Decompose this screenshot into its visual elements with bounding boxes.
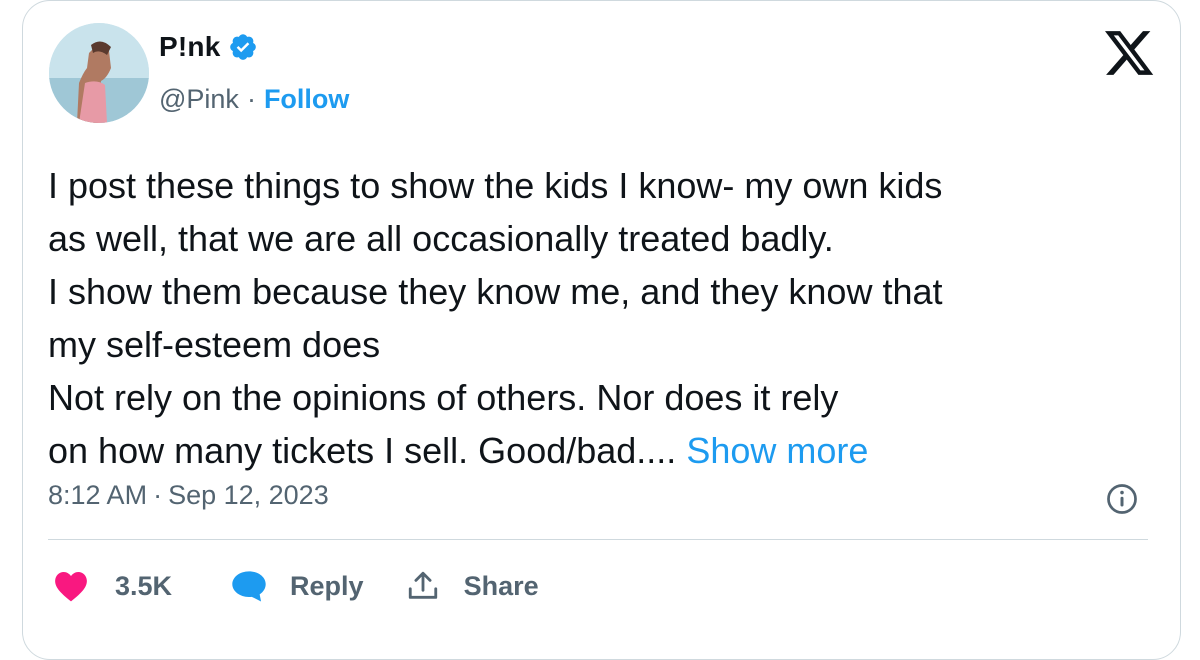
heart-icon xyxy=(53,570,89,602)
avatar-image xyxy=(49,23,149,123)
share-arrow-icon xyxy=(406,569,440,603)
verified-badge-icon xyxy=(228,32,258,62)
show-more-link[interactable]: Show more xyxy=(686,430,868,471)
speech-bubble-icon xyxy=(230,569,268,603)
tweet-time: 8:12 AM xyxy=(48,480,148,510)
divider xyxy=(48,539,1148,540)
display-name[interactable]: P!nk xyxy=(159,31,220,63)
handle[interactable]: @Pink xyxy=(159,84,239,115)
avatar[interactable] xyxy=(49,23,149,123)
tweet-text: I post these things to show the kids I k… xyxy=(48,159,1158,477)
share-label: Share xyxy=(463,570,539,601)
likes-count: 3.5K xyxy=(115,570,173,601)
follow-link[interactable]: Follow xyxy=(264,84,349,115)
handle-row: @Pink · Follow xyxy=(159,84,349,115)
tweet-body: I post these things to show the kids I k… xyxy=(48,165,943,471)
tweet-card: P!nk @Pink · Follow I post these things … xyxy=(22,0,1181,660)
author-name-row: P!nk xyxy=(159,31,258,63)
timestamp[interactable]: 8:12 AM · Sep 12, 2023 xyxy=(48,480,329,511)
x-logo-icon[interactable] xyxy=(1105,31,1155,77)
action-bar: 3.5K Reply Share xyxy=(53,561,539,611)
timestamp-separator: · xyxy=(153,480,163,510)
reply-label: Reply xyxy=(290,570,364,601)
reply-button[interactable]: Reply xyxy=(230,569,364,603)
tweet-date: Sep 12, 2023 xyxy=(168,480,329,510)
share-button[interactable]: Share xyxy=(406,569,539,603)
like-button[interactable]: 3.5K xyxy=(53,570,172,602)
handle-separator: · xyxy=(246,84,256,114)
info-icon[interactable] xyxy=(1104,481,1140,517)
